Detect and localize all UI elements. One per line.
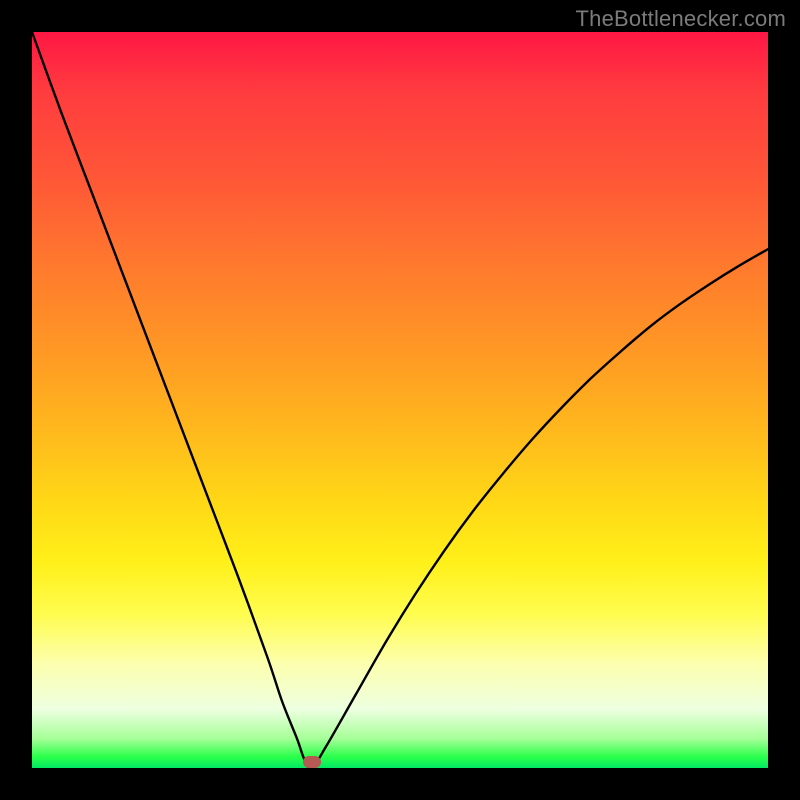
credit-label: TheBottlenecker.com [576,6,786,32]
plot-area [32,32,768,768]
bottleneck-curve [32,32,768,768]
chart-frame: TheBottlenecker.com [0,0,800,800]
optimal-point-marker [303,756,321,768]
